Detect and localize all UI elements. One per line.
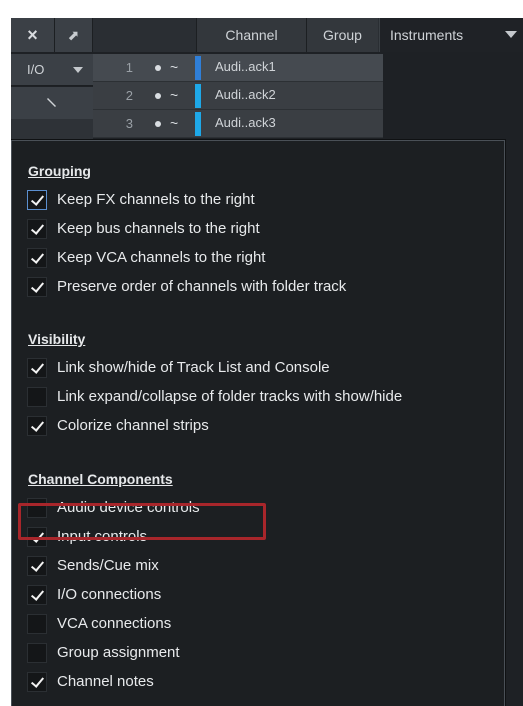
instruments-dropdown[interactable]: Instruments (379, 18, 523, 52)
option-label: I/O connections (57, 586, 162, 603)
track-name[interactable]: Audi..ack3 (215, 115, 276, 130)
option-label: Keep FX channels to the right (57, 191, 255, 208)
menu-option[interactable]: Keep FX channels to the right (27, 189, 497, 211)
track-row[interactable]: 2 ~ Audi..ack2 (93, 82, 383, 110)
section-title: Grouping (28, 163, 91, 179)
input-controls-highlight (18, 503, 266, 540)
track-number: 3 (125, 116, 133, 131)
option-label: Sends/Cue mix (57, 557, 159, 574)
option-label: Colorize channel strips (57, 417, 209, 434)
checkbox[interactable] (27, 190, 47, 210)
wrench-icon[interactable] (11, 87, 93, 119)
track-name[interactable]: Audi..ack2 (215, 87, 276, 102)
checkbox[interactable] (27, 248, 47, 268)
option-label: Keep bus channels to the right (57, 220, 260, 237)
menu-option[interactable]: VCA connections (27, 613, 497, 635)
waveform-icon[interactable]: ~ (170, 87, 178, 103)
option-label: Link expand/collapse of folder tracks wi… (57, 388, 403, 405)
menu-option[interactable]: Group assignment (27, 642, 497, 664)
menu-option[interactable]: Link show/hide of Track List and Console (27, 357, 497, 379)
menu-option[interactable]: Keep bus channels to the right (27, 218, 497, 240)
wrench-glyph (47, 98, 56, 107)
option-label: Link show/hide of Track List and Console (57, 359, 330, 376)
column-header-channel[interactable]: Channel (196, 18, 306, 52)
checkbox[interactable] (27, 614, 47, 634)
record-dot-icon[interactable] (155, 93, 161, 99)
checkbox[interactable] (27, 585, 47, 605)
checkbox[interactable] (27, 387, 47, 407)
track-row[interactable]: 3 ~ Audi..ack3 (93, 110, 383, 138)
instruments-label: Instruments (390, 27, 464, 43)
checkbox[interactable] (27, 556, 47, 576)
chevron-down-icon (505, 31, 517, 38)
menu-option[interactable]: Sends/Cue mix (27, 555, 497, 577)
track-number: 1 (125, 60, 133, 75)
checkbox[interactable] (27, 277, 47, 297)
option-label: Channel notes (57, 673, 154, 690)
track-row[interactable]: 1 ~ Audi..ack1 (93, 54, 383, 82)
track-color-strip (195, 84, 201, 108)
checkbox[interactable] (27, 643, 47, 663)
checkbox[interactable] (27, 416, 47, 436)
menu-option[interactable]: Channel notes (27, 671, 497, 693)
track-name[interactable]: Audi..ack1 (215, 59, 276, 74)
option-label: Preserve order of channels with folder t… (57, 278, 347, 295)
section-title: Visibility (28, 331, 86, 347)
close-icon[interactable]: × (11, 18, 55, 52)
record-dot-icon[interactable] (155, 121, 161, 127)
section-title: Channel Components (28, 471, 173, 487)
menu-option[interactable]: Preserve order of channels with folder t… (27, 276, 497, 298)
option-label: Group assignment (57, 644, 180, 661)
menu-option[interactable]: Link expand/collapse of folder tracks wi… (27, 386, 497, 408)
waveform-icon[interactable]: ~ (170, 59, 178, 75)
checkbox[interactable] (27, 672, 47, 692)
track-color-strip (195, 56, 201, 80)
option-label: VCA connections (57, 615, 172, 632)
chevron-down-icon (73, 67, 83, 73)
console-window: × ⬈ Channel Group Instruments I/O 1 ~ Audi… (11, 18, 523, 706)
header-spacer (93, 18, 196, 52)
menu-option[interactable]: Keep VCA channels to the right (27, 247, 497, 269)
io-label: I/O (27, 62, 45, 77)
option-label: Keep VCA channels to the right (57, 249, 266, 266)
console-header: × ⬈ Channel Group Instruments (11, 18, 523, 52)
checkbox[interactable] (27, 358, 47, 378)
console-options-menu: Grouping Keep FX channels to the right Kee… (11, 140, 505, 706)
expand-arrow-icon[interactable]: ⬈ (55, 18, 93, 52)
column-header-group[interactable]: Group (306, 18, 378, 52)
menu-option[interactable]: Colorize channel strips (27, 415, 497, 437)
io-dropdown[interactable]: I/O (11, 54, 93, 86)
track-color-strip (195, 112, 201, 136)
track-number: 2 (125, 88, 133, 103)
waveform-icon[interactable]: ~ (170, 115, 178, 131)
record-dot-icon[interactable] (155, 65, 161, 71)
menu-option[interactable]: I/O connections (27, 584, 497, 606)
checkbox[interactable] (27, 219, 47, 239)
